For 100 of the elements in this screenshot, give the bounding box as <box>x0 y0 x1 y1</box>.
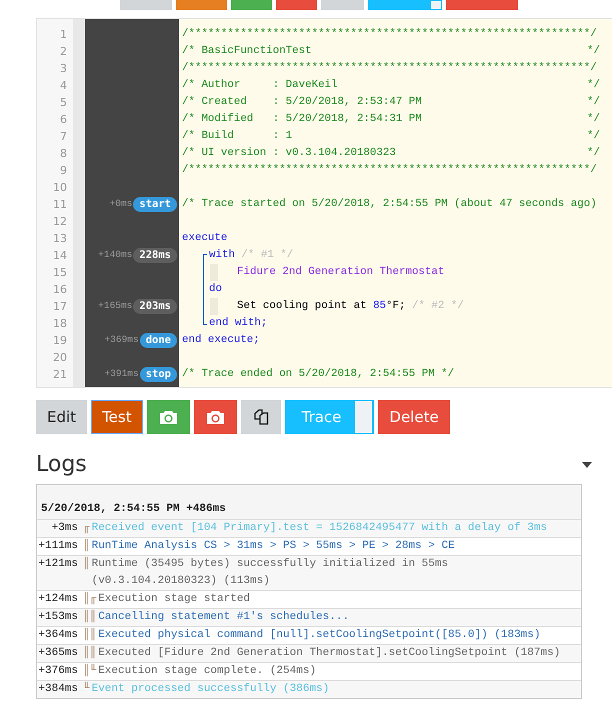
timing-badge: start <box>133 197 177 212</box>
timing-badge: stop <box>140 367 177 382</box>
section-title: Logs <box>36 452 87 478</box>
text-button[interactable]: Edit <box>36 400 88 434</box>
timing-badge: 203ms <box>133 299 177 314</box>
line-number: 14 <box>52 248 68 264</box>
code-line: execute <box>182 231 228 246</box>
log-message: RunTime Analysis CS > 31ms > PS > 55ms > PE > 28ms > CE <box>92 539 455 554</box>
line-number: 5 <box>59 95 68 111</box>
line-number: 18 <box>52 316 68 332</box>
time-offset: +391ms <box>104 367 139 382</box>
tree-glyph: ║╙ <box>83 663 98 680</box>
log-header: 5/20/2018, 2:54:55 PM +486ms <box>37 485 581 520</box>
line-number: 2 <box>59 44 68 60</box>
code-line: /**************************************************************/ <box>182 163 597 178</box>
code-line: end with; <box>209 316 268 331</box>
toolbar-button[interactable] <box>321 0 364 10</box>
toolbar-button[interactable] <box>120 0 172 10</box>
code-line: /* Author : DaveKeil <box>182 78 338 93</box>
timing-badge: done <box>140 333 177 348</box>
log-time: +153ms <box>37 610 79 626</box>
tree-glyph: ║║ <box>83 645 98 662</box>
camera-button[interactable] <box>194 400 237 434</box>
code-line: /* Modified : 5/20/2018, 2:54:31 PM <box>182 112 422 127</box>
log-message: Event processed successfully (386ms) <box>92 682 330 698</box>
code-line: /* UI version : v0.3.104.20180323 <box>182 146 396 161</box>
comment-close: */ <box>587 78 600 93</box>
comment-close: */ <box>587 129 600 144</box>
line-number: 9 <box>59 163 68 179</box>
toolbar-button[interactable] <box>176 0 227 10</box>
code-line: /* Trace ended on 5/20/2018, 2:54:55 PM */ <box>182 367 454 382</box>
tree-glyph: ║ <box>83 556 91 572</box>
code-line: Set cooling point at 85°F; /* #2 */ <box>237 299 464 314</box>
log-message: Execution stage complete. (254ms) <box>98 664 316 680</box>
toolbar-button[interactable] <box>231 0 272 10</box>
pages-icon <box>252 409 269 425</box>
code-line: with /* #1 */ <box>209 248 294 263</box>
code-line: /* Build : 1 <box>182 129 292 144</box>
line-number: 11 <box>52 197 68 213</box>
log-time: +384ms <box>37 682 79 698</box>
log-message: Executed physical command [null].setCoolingSetpoint([85.0]) (183ms) <box>98 628 540 644</box>
tree-glyph: ╙ <box>83 681 91 698</box>
log-message: Runtime (35495 bytes) successfully initialized in 55ms (v0.3.104.20180323) (113ms) <box>92 557 448 590</box>
camera-button[interactable] <box>146 400 190 434</box>
tree-glyph: ║ <box>83 538 91 554</box>
comment-close: */ <box>587 146 600 161</box>
camera-icon <box>158 410 178 424</box>
log-time: +365ms <box>37 646 79 662</box>
time-offset: +165ms <box>98 299 132 314</box>
log-time: +124ms <box>37 592 79 608</box>
tree-glyph: ╓ <box>83 521 91 536</box>
line-number: 21 <box>52 367 68 383</box>
caret-icon[interactable] <box>582 462 592 468</box>
time-offset: +140ms <box>98 248 132 262</box>
log-time: +111ms <box>37 539 79 554</box>
line-number: 4 <box>59 78 68 94</box>
log-message: Executed [Fidure 2nd Generation Thermostat].setCoolingSetpoint (187ms) <box>98 646 560 662</box>
text-button[interactable]: Delete <box>378 400 450 434</box>
time-offset: +0ms <box>110 197 132 212</box>
tree-glyph: ║╓ <box>83 591 98 608</box>
comment-close: */ <box>587 95 600 110</box>
line-number: 8 <box>59 146 68 162</box>
log-time: +3ms <box>50 521 79 536</box>
toolbar-button[interactable] <box>446 0 518 10</box>
comment-close: */ <box>587 44 600 59</box>
text-button[interactable]: Test <box>91 400 143 434</box>
time-offset: +369ms <box>104 333 139 348</box>
toolbar-button[interactable] <box>368 0 442 10</box>
copy-button[interactable] <box>240 400 281 434</box>
log-time: +376ms <box>37 664 79 680</box>
tree-glyph: ║║ <box>83 627 98 644</box>
line-number: 15 <box>52 265 68 281</box>
comment-close: */ <box>587 112 600 127</box>
code-line: /* Created : 5/20/2018, 2:53:47 PM <box>182 95 422 110</box>
log-time: +364ms <box>37 628 79 644</box>
tree-glyph: ║║ <box>83 609 98 626</box>
log-message: Received event [104 Primary].test = 1526842495477 with a delay of 3ms <box>92 521 548 536</box>
log-message: Cancelling statement #1's schedules... <box>98 610 350 626</box>
line-number: 19 <box>52 333 68 349</box>
code-line: /* Trace started on 5/20/2018, 2:54:55 PM (about 47 seconds ago) <box>182 197 597 212</box>
toggle-button[interactable]: Trace <box>284 400 374 434</box>
line-number: 17 <box>52 299 68 315</box>
line-number: 7 <box>59 129 68 145</box>
line-number: 12 <box>52 214 68 230</box>
camera-icon <box>206 410 225 424</box>
code-line: end execute; <box>182 333 260 348</box>
code-line: /**************************************************************/ <box>182 27 597 42</box>
code-line: /* BasicFunctionTest <box>182 44 312 59</box>
line-number: 1 <box>59 27 68 43</box>
timing-badge: 228ms <box>133 248 177 263</box>
line-number: 20 <box>52 350 68 366</box>
line-number: 16 <box>52 282 68 298</box>
line-number: 3 <box>59 61 68 77</box>
line-number: 10 <box>52 180 68 196</box>
log-message: Execution stage started <box>98 592 250 608</box>
toolbar-button[interactable] <box>276 0 317 10</box>
log-time: +121ms <box>37 557 79 572</box>
code-line: Fidure 2nd Generation Thermostat <box>237 265 444 280</box>
line-number: 6 <box>59 112 68 128</box>
code-line: do <box>209 282 222 297</box>
